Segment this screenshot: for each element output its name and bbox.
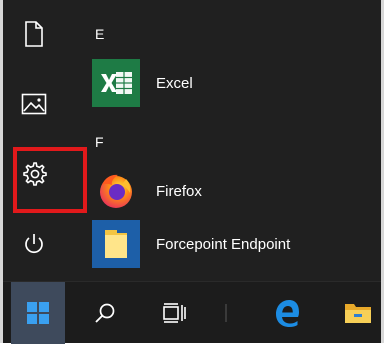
app-item-firefox[interactable]: Firefox: [88, 165, 378, 217]
app-name-firefox: Firefox: [156, 182, 202, 200]
file-explorer-button[interactable]: [335, 282, 381, 344]
app-item-forcepoint-endpoint[interactable]: Forcepoint Endpoint: [88, 218, 378, 270]
windows-logo-icon: [27, 302, 49, 324]
file-explorer-icon: [345, 304, 371, 323]
firefox-icon: [92, 167, 140, 215]
task-view-button[interactable]: [151, 282, 199, 344]
folder-icon: [92, 220, 140, 268]
section-letter-f[interactable]: F: [95, 134, 104, 150]
start-button[interactable]: [11, 282, 65, 344]
power-button[interactable]: [9, 222, 59, 266]
document-icon: [25, 21, 43, 47]
edge-icon: [276, 300, 299, 327]
section-letter-e[interactable]: E: [95, 26, 104, 42]
documents-button[interactable]: [9, 12, 59, 56]
settings-button[interactable]: [9, 152, 59, 196]
task-view-icon: [163, 303, 186, 323]
picture-icon: [21, 93, 47, 115]
taskbar: [3, 281, 381, 344]
app-name-forcepoint-endpoint: Forcepoint Endpoint: [156, 235, 291, 253]
start-menu: E Excel F Firefox Forcepoint Endpoint: [3, 0, 381, 281]
taskbar-separator: [225, 304, 227, 322]
search-button[interactable]: [83, 282, 127, 344]
excel-icon: [92, 59, 140, 107]
pictures-button[interactable]: [9, 82, 59, 126]
edge-button[interactable]: [261, 282, 313, 344]
gear-icon: [23, 162, 47, 186]
power-icon: [25, 234, 43, 254]
start-left-rail: [3, 0, 65, 281]
app-item-excel[interactable]: Excel: [88, 57, 378, 109]
app-name-excel: Excel: [156, 74, 193, 92]
search-icon: [95, 303, 115, 323]
